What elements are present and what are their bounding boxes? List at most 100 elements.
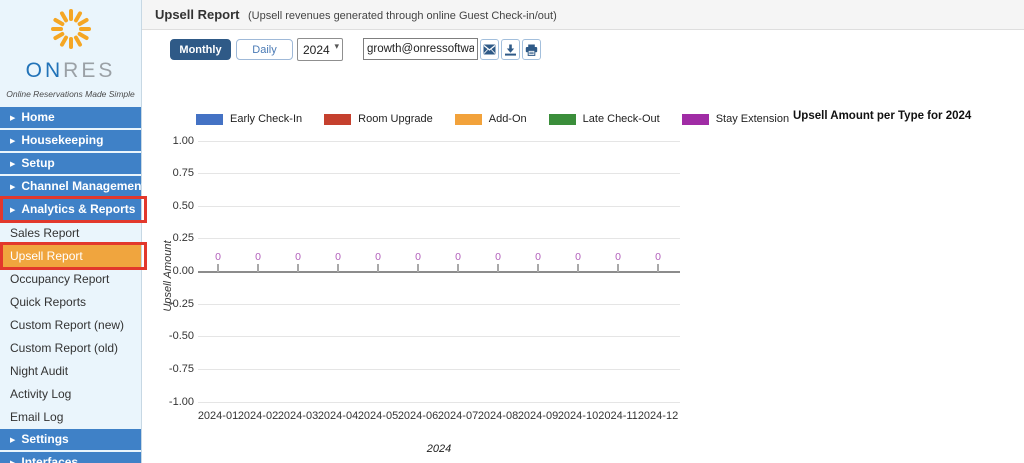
- legend-swatch: [681, 113, 709, 125]
- data-point-tick: [417, 263, 419, 272]
- legend-swatch: [324, 113, 352, 125]
- sidebar: OnRes Online Reservations Made Simple ▶ H…: [0, 0, 147, 463]
- data-point-tick: [337, 263, 339, 272]
- x-tick-label: 2024-12: [637, 410, 679, 422]
- legend-item-early-check-in: Early Check-In: [196, 113, 302, 125]
- sidebar-item-label: Sales Report: [10, 226, 80, 240]
- data-point-tick: [297, 263, 299, 272]
- sunburst-logo-icon: [48, 9, 94, 56]
- sidebar-item-label: Custom Report (old): [10, 341, 119, 355]
- sidebar-item-label: Home: [21, 110, 55, 124]
- data-point-label: 0: [535, 250, 541, 263]
- sidebar-item-upsell-report[interactable]: Upsell Report: [0, 242, 147, 270]
- data-point-label: 0: [215, 250, 221, 263]
- sidebar-item-label: Night Audit: [10, 364, 69, 378]
- sidebar-item-label: Housekeeping: [21, 133, 104, 147]
- sidebar-item-label: Setup: [21, 156, 55, 170]
- y-tick-label: 0.00: [172, 265, 194, 277]
- sidebar-item-channel-management[interactable]: ▶ Channel Management: [0, 176, 145, 197]
- gridline: [198, 205, 680, 207]
- sidebar-item-label: Analytics & Reports: [21, 202, 136, 216]
- sidebar-item-label: Quick Reports: [10, 295, 87, 309]
- legend-item-stay-extension: Stay Extension: [681, 113, 790, 125]
- email-input[interactable]: [363, 38, 478, 60]
- sidebar-item-custom-report-new[interactable]: Custom Report (new): [0, 314, 141, 336]
- data-point-tick: [537, 263, 539, 272]
- monthly-button[interactable]: Monthly: [170, 39, 231, 60]
- data-point-label: 0: [415, 250, 421, 263]
- sidebar-item-activity-log[interactable]: Activity Log: [0, 383, 141, 405]
- year-select-wrap: 2024 ▾: [297, 38, 343, 61]
- gridline: [198, 173, 680, 175]
- sidebar-item-settings[interactable]: ▶ Settings: [0, 429, 141, 450]
- data-point-label: 0: [615, 250, 621, 263]
- y-tick-label: -0.50: [168, 330, 194, 343]
- daily-button[interactable]: Daily: [236, 39, 293, 60]
- download-icon: [504, 44, 517, 56]
- gridline: [198, 238, 680, 240]
- chart-title: Upsell Amount per Type for 2024: [793, 110, 972, 122]
- data-point-tick: [377, 263, 379, 272]
- y-tick-label: -0.75: [168, 362, 194, 375]
- y-tick-label: 0.50: [172, 199, 194, 212]
- sidebar-item-analytics-reports[interactable]: ▶ Analytics & Reports: [0, 196, 147, 223]
- data-point-tick: [657, 263, 659, 272]
- sidebar-item-housekeeping[interactable]: ▶ Housekeeping: [0, 130, 141, 151]
- y-tick-label: 1.00: [172, 134, 194, 147]
- send-email-button[interactable]: [480, 39, 499, 60]
- data-point-tick: [217, 263, 219, 272]
- logo-text-primary: On: [25, 59, 64, 82]
- sidebar-item-home[interactable]: ▶ Home: [0, 107, 141, 128]
- sidebar-item-occupancy-report[interactable]: Occupancy Report: [0, 268, 141, 290]
- data-point-tick: [577, 263, 579, 272]
- y-tick-label: 0.75: [172, 167, 194, 180]
- chevron-right-icon: ▶: [10, 161, 16, 168]
- sidebar-item-label: Occupancy Report: [10, 272, 110, 286]
- sidebar-item-label: Upsell Report: [10, 249, 83, 263]
- logo-wordmark: OnRes: [0, 59, 141, 83]
- x-axis-title: 2024: [426, 443, 452, 455]
- page-title: Upsell Report: [155, 7, 240, 22]
- sidebar-item-quick-reports[interactable]: Quick Reports: [0, 291, 141, 313]
- logo-text-secondary: Res: [63, 59, 116, 82]
- legend-item-add-on: Add-On: [454, 113, 527, 125]
- legend-item-late-check-out: Late Check-Out: [548, 113, 660, 125]
- data-point-label: 0: [375, 250, 381, 263]
- y-tick-label: -1.00: [168, 395, 194, 408]
- data-point-label: 0: [495, 250, 501, 263]
- legend-label: Late Check-Out: [582, 113, 660, 125]
- gridline: [198, 303, 680, 305]
- sidebar-item-setup[interactable]: ▶ Setup: [0, 153, 141, 174]
- y-tick-label: 0.25: [172, 232, 194, 245]
- chevron-right-icon: ▶: [10, 184, 16, 191]
- data-point-label: 0: [455, 250, 461, 263]
- y-tick-label: -0.25: [168, 297, 194, 310]
- data-point-label: 0: [575, 250, 581, 263]
- print-icon: [525, 44, 538, 56]
- chevron-right-icon: ▶: [10, 207, 16, 214]
- sidebar-item-label: Interfaces: [21, 455, 79, 463]
- legend-item-room-upgrade: Room Upgrade: [324, 113, 433, 125]
- data-point-label: 0: [295, 250, 301, 263]
- page-header: Upsell Report (Upsell revenues generated…: [142, 0, 1024, 30]
- legend-label: Add-On: [488, 113, 527, 125]
- gridline: [198, 336, 680, 338]
- app-window: OnRes Online Reservations Made Simple ▶ H…: [0, 0, 1024, 463]
- sidebar-item-label: Channel Management: [21, 179, 146, 193]
- sidebar-item-interfaces[interactable]: ▶Interfaces: [0, 452, 141, 463]
- sidebar-item-custom-report-old[interactable]: Custom Report (old): [0, 337, 141, 359]
- legend-label: Early Check-In: [230, 113, 303, 125]
- chevron-right-icon: ▶: [10, 138, 16, 145]
- sidebar-item-email-log[interactable]: Email Log: [0, 406, 141, 428]
- gridline: [198, 140, 680, 142]
- sidebar-item-night-audit[interactable]: Night Audit: [0, 360, 141, 382]
- sidebar-item-sales-report[interactable]: Sales Report: [0, 222, 141, 244]
- legend-label: Stay Extension: [715, 113, 790, 125]
- data-point-tick: [457, 263, 459, 272]
- chart-legend: Early Check-In Room Upgrade Add-On Late Che…: [196, 113, 789, 125]
- legend-swatch: [196, 113, 223, 125]
- year-select[interactable]: 2024: [297, 38, 343, 61]
- page-subtitle: (Upsell revenues generated through onlin…: [247, 10, 557, 22]
- download-button[interactable]: [501, 39, 520, 60]
- print-button[interactable]: [522, 39, 541, 60]
